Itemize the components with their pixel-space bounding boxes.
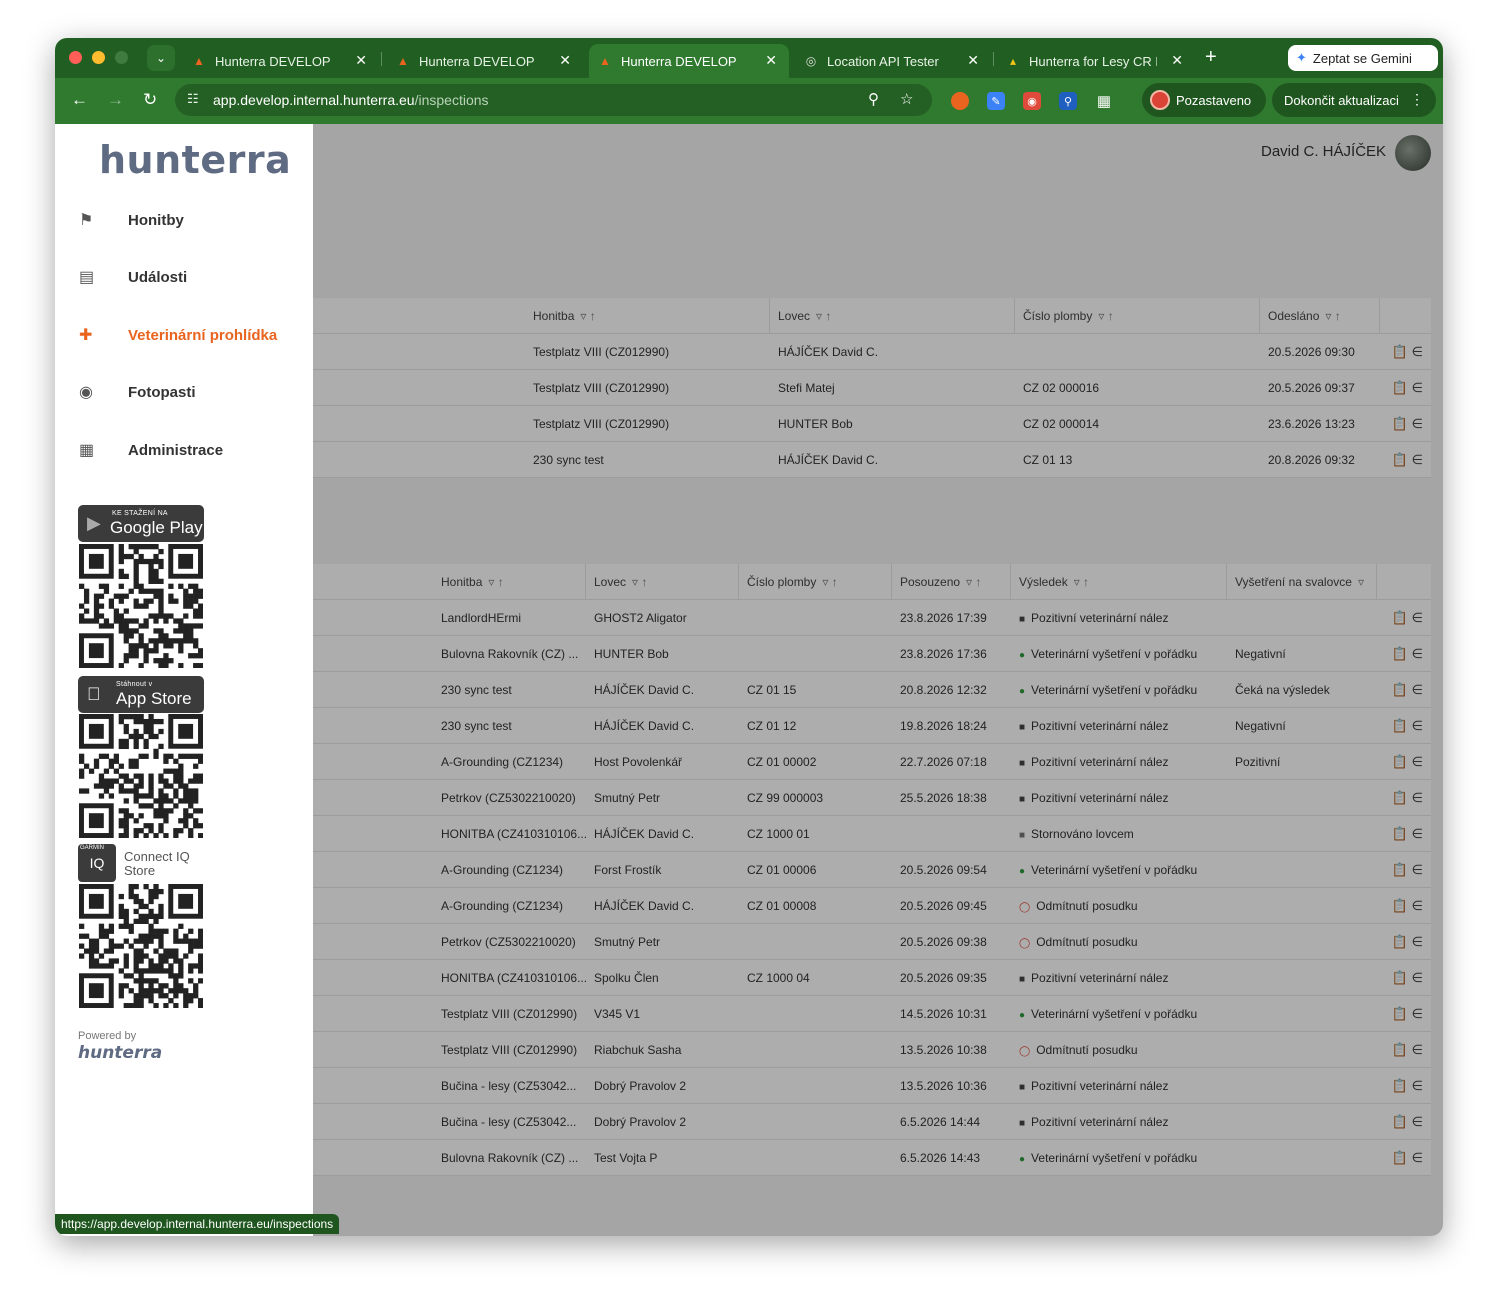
calendar-icon: ▤ xyxy=(79,269,95,286)
hunterra-icon: ▲ xyxy=(397,54,409,68)
hunterra-logo[interactable]: hunterra xyxy=(99,138,291,182)
app-store-qr-code xyxy=(79,714,203,838)
close-tab-icon[interactable]: ✕ xyxy=(967,52,979,69)
zoom-icon[interactable]: ⚲ xyxy=(868,90,879,108)
profile-paused-button[interactable]: Pozastaveno xyxy=(1142,83,1266,117)
close-tab-icon[interactable]: ✕ xyxy=(355,52,367,69)
tab-title: Hunterra for Lesy CR D xyxy=(1029,53,1157,69)
connect-iq-icon[interactable]: GARMIN IQ xyxy=(78,844,116,882)
gemini-label: Zeptat se Gemini xyxy=(1312,50,1412,66)
google-play-label: Google Play xyxy=(110,518,203,537)
extension-orange-icon[interactable] xyxy=(951,92,969,110)
sidebar-item-udalosti[interactable]: ▤ Události xyxy=(55,257,313,297)
sidebar-item-administrace[interactable]: ▦ Administrace xyxy=(55,430,313,470)
app-store-label: App Store xyxy=(116,689,192,708)
finish-update-button[interactable]: Dokončit aktualizaci ⋮ xyxy=(1272,83,1436,117)
back-arrow-icon[interactable]: ← xyxy=(71,90,88,110)
sidebar-item-veterinarni-prohlidka[interactable]: ✚ Veterinární prohlídka xyxy=(55,315,313,355)
link-status-bar: https://app.develop.internal.hunterra.eu… xyxy=(55,1214,340,1234)
flag-icon: ⚑ xyxy=(79,212,94,229)
tab-search-button[interactable]: ⌄ xyxy=(147,45,175,71)
tab-hunterra-1[interactable]: ▲ Hunterra DEVELOP ✕ xyxy=(183,44,379,78)
powered-by-logo: hunterra xyxy=(78,1043,163,1063)
hunterra-lesy-icon: ▴ xyxy=(1009,54,1017,68)
extension-eye-icon[interactable]: ◉ xyxy=(1023,92,1041,110)
sidebar-item-label: Honitby xyxy=(128,211,184,229)
address-bar[interactable]: ☷ app.develop.internal.hunterra.eu/inspe… xyxy=(175,84,932,116)
medical-bag-icon: ✚ xyxy=(79,327,93,344)
close-tab-icon[interactable]: ✕ xyxy=(1171,52,1183,69)
tab-title: Hunterra DEVELOP xyxy=(419,53,535,69)
reload-icon[interactable]: ↻ xyxy=(143,90,157,110)
minimize-window-button[interactable] xyxy=(92,51,105,64)
more-vert-icon: ⋮ xyxy=(1410,91,1424,107)
sidebar-item-label: Administrace xyxy=(128,441,224,459)
gemini-button[interactable]: ✦ Zeptat se Gemini xyxy=(1288,45,1438,71)
browser-toolbar: ← → ↻ ☷ app.develop.internal.hunterra.eu… xyxy=(55,78,1443,124)
tab-title: Location API Tester xyxy=(827,53,939,69)
hunterra-icon: ▲ xyxy=(599,54,611,68)
bookmark-star-icon[interactable]: ☆ xyxy=(900,90,913,108)
chevron-down-icon: ⌄ xyxy=(155,51,167,65)
hunterra-icon: ▲ xyxy=(193,54,205,68)
gemini-sparkle-icon: ✦ xyxy=(1296,50,1307,65)
sidebar-item-label: Události xyxy=(128,268,188,286)
connect-iq-label[interactable]: Connect IQ Store xyxy=(124,850,214,878)
google-play-small: KE STAŽENÍ NA xyxy=(112,510,168,517)
sidebar-item-honitby[interactable]: ⚑ Honitby xyxy=(55,200,313,240)
sidebar-item-fotopasti[interactable]: ◉ Fotopasti xyxy=(55,372,313,412)
tab-hunterra-2[interactable]: ▲ Hunterra DEVELOP ✕ xyxy=(387,44,583,78)
zoom-window-button[interactable] xyxy=(115,51,128,64)
tab-location-api[interactable]: ◎ Location API Tester ✕ xyxy=(795,44,991,78)
extension-search-icon[interactable]: ⚲ xyxy=(1059,92,1077,110)
google-play-icon: ▶ xyxy=(87,513,101,533)
tab-hunterra-active[interactable]: ▲ Hunterra DEVELOP ✕ xyxy=(589,44,789,78)
site-settings-icon[interactable]: ☷ xyxy=(187,91,199,107)
tab-title: Hunterra DEVELOP xyxy=(621,53,737,69)
apple-icon:  xyxy=(87,684,101,705)
garmin-small: GARMIN xyxy=(80,845,104,851)
url-host: app.develop.internal.hunterra.eu xyxy=(213,92,415,108)
admin-icon: ▦ xyxy=(79,442,95,459)
google-play-badge[interactable]: ▶ KE STAŽENÍ NA Google Play xyxy=(78,505,204,542)
globe-icon: ◎ xyxy=(805,54,817,68)
connect-iq-qr-code xyxy=(79,884,203,1008)
camera-icon: ◉ xyxy=(79,384,93,401)
paused-label: Pozastaveno xyxy=(1176,92,1252,108)
app-store-badge[interactable]:  Stáhnout v App Store xyxy=(78,676,204,713)
tab-hunterra-lesy[interactable]: ▴ Hunterra for Lesy CR D ✕ xyxy=(997,44,1193,78)
close-tab-icon[interactable]: ✕ xyxy=(765,52,777,69)
profile-avatar xyxy=(1150,90,1170,110)
tab-bar: ⌄ ▲ Hunterra DEVELOP ✕ ▲ Hunterra DEVELO… xyxy=(55,38,1443,78)
close-window-button[interactable] xyxy=(69,51,82,64)
google-play-qr-code xyxy=(79,544,203,668)
sidebar-item-label: Fotopasti xyxy=(128,383,196,401)
update-label: Dokončit aktualizaci xyxy=(1284,92,1399,108)
app-store-small: Stáhnout v xyxy=(116,681,153,688)
close-tab-icon[interactable]: ✕ xyxy=(559,52,571,69)
extension-edit-icon[interactable]: ✎ xyxy=(987,92,1005,110)
side-drawer: hunterra ⚑ Honitby ▤ Události ✚ Veteriná… xyxy=(55,124,313,1236)
powered-by-label: Powered by xyxy=(78,1030,137,1042)
tab-title: Hunterra DEVELOP xyxy=(215,53,331,69)
browser-window: ⌄ ▲ Hunterra DEVELOP ✕ ▲ Hunterra DEVELO… xyxy=(55,38,1443,1236)
forward-arrow-icon[interactable]: → xyxy=(107,90,124,110)
new-tab-button[interactable]: + xyxy=(1205,46,1217,69)
sidebar-item-label: Veterinární prohlídka xyxy=(128,326,278,344)
puzzle-extensions-icon[interactable]: ▦ xyxy=(1095,92,1113,110)
url-path: /inspections xyxy=(414,92,489,108)
